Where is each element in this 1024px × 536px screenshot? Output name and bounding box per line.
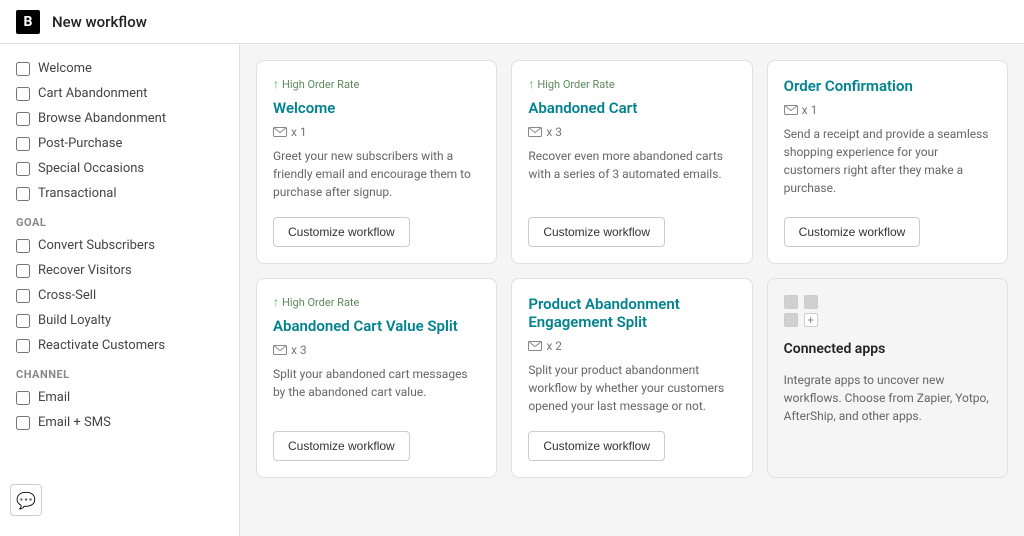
mail-icon [528, 127, 542, 137]
sidebar-item-label: Post-Purchase [38, 136, 122, 151]
sidebar-checkbox[interactable] [16, 339, 30, 353]
sidebar-channel-item[interactable]: Email [0, 385, 239, 410]
header-title: New workflow [52, 13, 147, 31]
app-icon-2 [804, 295, 818, 309]
sidebar-checkbox[interactable] [16, 264, 30, 278]
workflow-card: High Order Rate Abandoned Cart Value Spl… [256, 278, 497, 478]
card-meta: x 3 [528, 125, 735, 139]
card-description: Split your product abandonment workflow … [528, 361, 735, 415]
card-description: Split your abandoned cart messages by th… [273, 365, 480, 415]
sidebar-goal-item[interactable]: Recover Visitors [0, 258, 239, 283]
chat-icon: 💬 [16, 491, 36, 510]
sidebar-item-label: Special Occasions [38, 161, 144, 176]
card-title[interactable]: Abandoned Cart Value Split [273, 317, 480, 335]
mail-icon [273, 127, 287, 137]
card-meta: x 1 [784, 103, 991, 117]
sidebar-checkbox[interactable] [16, 391, 30, 405]
sidebar-goal-item[interactable]: Convert Subscribers [0, 233, 239, 258]
sidebar-item-label: Transactional [38, 186, 117, 201]
card-title[interactable]: Abandoned Cart [528, 99, 735, 117]
sidebar-checkbox[interactable] [16, 416, 30, 430]
card-title[interactable]: Welcome [273, 99, 480, 117]
workflow-card: Product Abandonment Engagement Split x 2… [511, 278, 752, 478]
sidebar-item-label: Email + SMS [38, 415, 111, 430]
connected-apps-description: Integrate apps to uncover new workflows.… [784, 371, 991, 425]
sidebar-goal-item[interactable]: Reactivate Customers [0, 333, 239, 358]
sidebar-channel-item[interactable]: Email + SMS [0, 410, 239, 435]
sidebar-item-label: Browse Abandonment [38, 111, 166, 126]
card-description: Greet your new subscribers with a friend… [273, 147, 480, 201]
sidebar-item-label: Email [38, 390, 70, 405]
sidebar-category-item[interactable]: Transactional [0, 181, 239, 206]
connected-apps-title: Connected apps [784, 341, 991, 357]
sidebar: Welcome Cart Abandonment Browse Abandonmen… [0, 44, 240, 536]
sidebar-category-item[interactable]: Cart Abandonment [0, 81, 239, 106]
app-icon-1 [784, 295, 798, 309]
sidebar-checkbox[interactable] [16, 112, 30, 126]
sidebar-section-goal: GOAL [0, 206, 239, 233]
sidebar-checkbox[interactable] [16, 87, 30, 101]
customize-workflow-button[interactable]: Customize workflow [528, 217, 665, 247]
sidebar-item-label: Welcome [38, 61, 92, 76]
card-meta: x 1 [273, 125, 480, 139]
sidebar-checkbox[interactable] [16, 314, 30, 328]
sidebar-category-item[interactable]: Browse Abandonment [0, 106, 239, 131]
card-badge: High Order Rate [273, 295, 480, 309]
sidebar-item-label: Reactivate Customers [38, 338, 165, 353]
card-badge: High Order Rate [528, 77, 735, 91]
card-meta: x 3 [273, 343, 480, 357]
card-title[interactable]: Order Confirmation [784, 77, 991, 95]
customize-workflow-button[interactable]: Customize workflow [784, 217, 921, 247]
connected-apps-card: + Connected apps Integrate apps to uncov… [767, 278, 1008, 478]
sidebar-section-channel: CHANNEL [0, 358, 239, 385]
bottom-nav-button[interactable]: 💬 [10, 484, 42, 516]
workflow-card: Order Confirmation x 1 Send a receipt an… [767, 60, 1008, 264]
card-description: Recover even more abandoned carts with a… [528, 147, 735, 201]
sidebar-category-item[interactable]: Post-Purchase [0, 131, 239, 156]
sidebar-category-item[interactable]: Special Occasions [0, 156, 239, 181]
sidebar-item-label: Build Loyalty [38, 313, 111, 328]
app-icon-plus: + [804, 313, 818, 327]
logo: B [16, 10, 40, 34]
card-title[interactable]: Product Abandonment Engagement Split [528, 295, 735, 331]
sidebar-goal-item[interactable]: Build Loyalty [0, 308, 239, 333]
sidebar-item-label: Cross-Sell [38, 288, 96, 303]
header: B New workflow [0, 0, 1024, 44]
app-icon-3 [784, 313, 798, 327]
sidebar-checkbox[interactable] [16, 239, 30, 253]
mail-icon [273, 345, 287, 355]
sidebar-item-label: Recover Visitors [38, 263, 132, 278]
mail-icon [784, 105, 798, 115]
sidebar-checkbox[interactable] [16, 187, 30, 201]
sidebar-checkbox[interactable] [16, 62, 30, 76]
sidebar-checkbox[interactable] [16, 162, 30, 176]
sidebar-checkbox[interactable] [16, 137, 30, 151]
mail-icon [528, 341, 542, 351]
workflow-card: High Order Rate Welcome x 1 Greet your n… [256, 60, 497, 264]
sidebar-goal-item[interactable]: Cross-Sell [0, 283, 239, 308]
sidebar-item-label: Cart Abandonment [38, 86, 147, 101]
apps-icons-grid: + [784, 295, 820, 327]
sidebar-category-item[interactable]: Welcome [0, 56, 239, 81]
card-meta: x 2 [528, 339, 735, 353]
workflow-card: High Order Rate Abandoned Cart x 3 Recov… [511, 60, 752, 264]
customize-workflow-button[interactable]: Customize workflow [273, 217, 410, 247]
sidebar-item-label: Convert Subscribers [38, 238, 155, 253]
customize-workflow-button[interactable]: Customize workflow [528, 431, 665, 461]
sidebar-checkbox[interactable] [16, 289, 30, 303]
card-description: Send a receipt and provide a seamless sh… [784, 125, 991, 201]
content-area: High Order Rate Welcome x 1 Greet your n… [240, 44, 1024, 536]
card-badge: High Order Rate [273, 77, 480, 91]
customize-workflow-button[interactable]: Customize workflow [273, 431, 410, 461]
